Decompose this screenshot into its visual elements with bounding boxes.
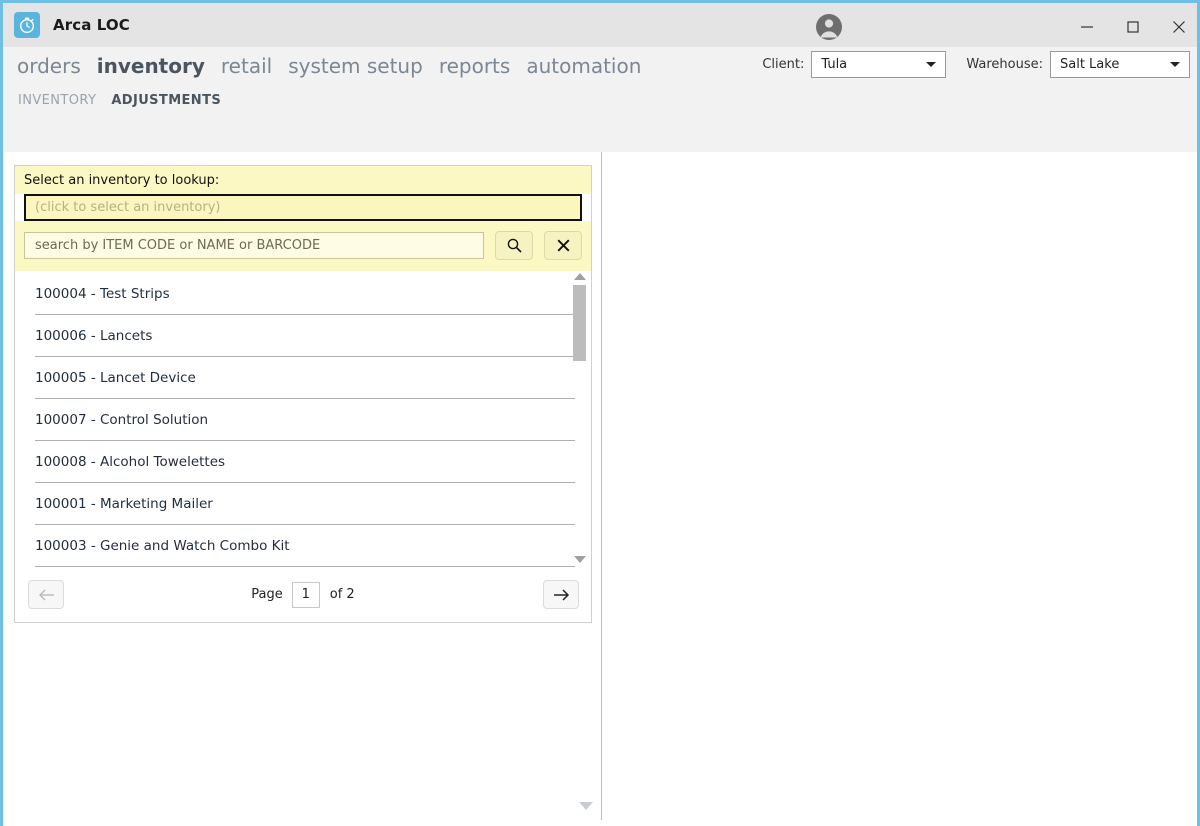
- list-item-label: 100008 - Alcohol Towelettes: [35, 454, 226, 470]
- maximize-icon[interactable]: [1110, 3, 1156, 50]
- tab-inventory[interactable]: INVENTORY: [18, 93, 96, 108]
- stopwatch-icon: [14, 12, 40, 38]
- warehouse-select[interactable]: Salt Lake: [1050, 50, 1190, 78]
- panel-divider: [601, 152, 602, 820]
- list-item[interactable]: 100006 - Lancets: [15, 315, 591, 357]
- inventory-lookup-panel: Select an inventory to lookup: (click to…: [14, 165, 592, 623]
- page-label: Page: [251, 587, 283, 602]
- title-bar: Arca LOC: [3, 0, 1197, 47]
- list-item[interactable]: 100004 - Test Strips: [15, 273, 591, 315]
- context-selectors: Client: Tula Warehouse: Salt Lake: [762, 48, 1190, 80]
- tab-adjustments[interactable]: ADJUSTMENTS: [111, 93, 221, 108]
- page-number-input[interactable]: 1: [291, 581, 320, 608]
- results-scrollbar[interactable]: [573, 273, 587, 563]
- list-item[interactable]: 100008 - Alcohol Towelettes: [15, 441, 591, 483]
- client-select[interactable]: Tula: [811, 50, 947, 78]
- scrollbar-thumb[interactable]: [573, 285, 586, 361]
- scroll-up-icon[interactable]: [574, 273, 586, 280]
- header-filler: [3, 115, 1197, 152]
- close-icon[interactable]: [1156, 3, 1200, 50]
- client-label: Client:: [762, 56, 805, 72]
- nav-item-orders[interactable]: orders: [15, 54, 83, 78]
- application-window: Arca LOC orders inventory retail system …: [0, 0, 1200, 826]
- list-item-label: 100005 - Lancet Device: [35, 370, 196, 386]
- app-title: Arca LOC: [53, 16, 130, 34]
- chevron-down-icon: [926, 62, 937, 67]
- chevron-down-icon: [1170, 62, 1180, 67]
- sub-navigation: INVENTORY ADJUSTMENTS: [3, 85, 1197, 115]
- client-select-value: Tula: [821, 56, 848, 72]
- list-item-label: 100003 - Genie and Watch Combo Kit: [35, 538, 290, 554]
- scroll-down-icon[interactable]: [574, 556, 586, 563]
- page-total-label: of 2: [329, 587, 355, 602]
- search-input[interactable]: search by ITEM CODE or NAME or BARCODE: [24, 232, 484, 259]
- page-scroll-down-icon[interactable]: [579, 802, 593, 810]
- content-area: Select an inventory to lookup: (click to…: [3, 152, 1197, 823]
- search-input-placeholder: search by ITEM CODE or NAME or BARCODE: [35, 238, 321, 253]
- inventory-results-list: 100004 - Test Strips 100006 - Lancets 10…: [15, 271, 591, 567]
- list-item-label: 100004 - Test Strips: [35, 286, 170, 302]
- search-icon: [506, 237, 523, 254]
- list-item-label: 100006 - Lancets: [35, 328, 153, 344]
- minimize-icon[interactable]: [1064, 3, 1110, 50]
- close-icon: [555, 237, 572, 254]
- warehouse-label: Warehouse:: [966, 56, 1043, 72]
- clear-search-button[interactable]: [544, 231, 582, 260]
- nav-item-retail[interactable]: retail: [219, 54, 274, 78]
- search-row: search by ITEM CODE or NAME or BARCODE: [15, 221, 591, 271]
- nav-item-inventory[interactable]: inventory: [95, 54, 207, 78]
- nav-item-system-setup[interactable]: system setup: [286, 54, 425, 78]
- nav-item-automation[interactable]: automation: [524, 54, 643, 78]
- pagination-bar: Page 1 of 2: [15, 567, 591, 622]
- list-item-label: 100007 - Control Solution: [35, 412, 209, 428]
- next-page-button[interactable]: [543, 580, 579, 609]
- list-item[interactable]: 100005 - Lancet Device: [15, 357, 591, 399]
- list-item[interactable]: 100003 - Genie and Watch Combo Kit: [15, 525, 591, 567]
- list-item-label: 100001 - Marketing Mailer: [35, 496, 213, 512]
- arrow-right-icon: [552, 588, 571, 602]
- search-button[interactable]: [495, 231, 533, 260]
- selected-inventory-field[interactable]: (click to select an inventory): [24, 194, 582, 221]
- page-indicator: Page 1 of 2: [15, 581, 591, 608]
- list-item[interactable]: 100007 - Control Solution: [15, 399, 591, 441]
- list-item[interactable]: 100001 - Marketing Mailer: [15, 483, 591, 525]
- lookup-heading: Select an inventory to lookup:: [15, 166, 591, 194]
- user-avatar-icon[interactable]: [814, 12, 844, 42]
- warehouse-select-value: Salt Lake: [1060, 56, 1120, 72]
- nav-item-reports[interactable]: reports: [437, 54, 513, 78]
- selected-inventory-placeholder: (click to select an inventory): [35, 200, 221, 215]
